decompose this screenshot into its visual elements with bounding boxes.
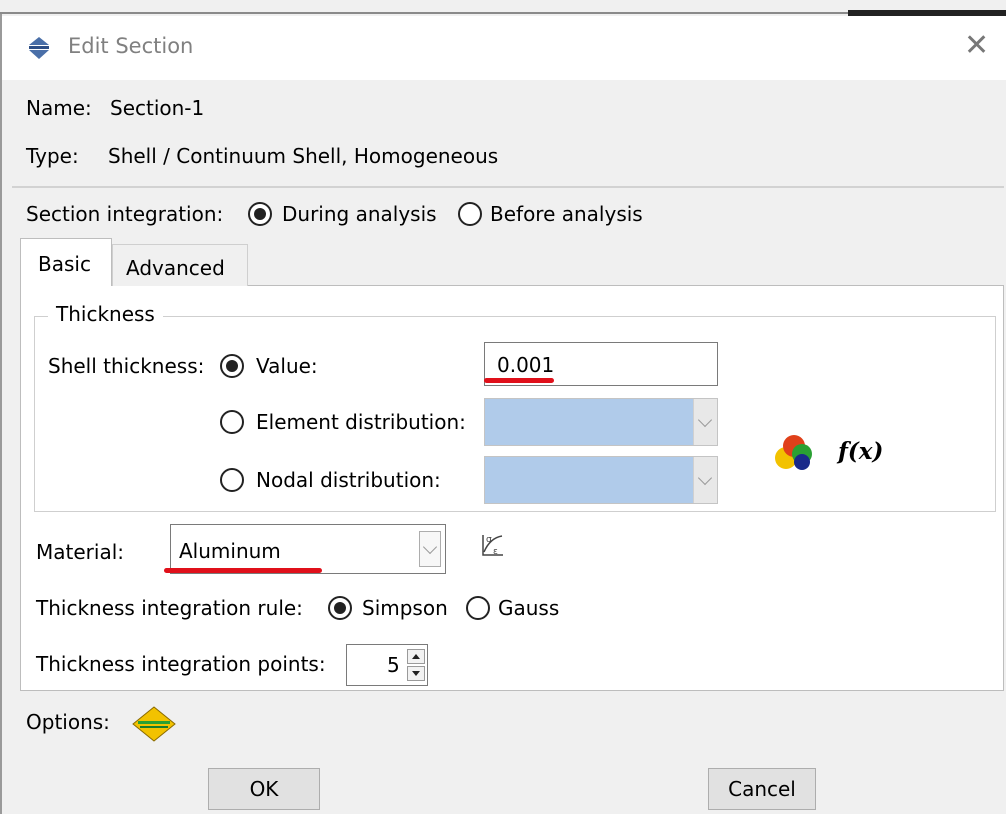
integration-rule-label: Thickness integration rule: [36,596,303,620]
section-integration-label: Section integration: [26,202,224,226]
spinner-buttons[interactable] [407,649,425,681]
ok-button[interactable]: OK [208,768,320,810]
section-options-icon[interactable] [132,706,176,742]
arrow-up-icon [412,654,420,659]
gauss-label[interactable]: Gauss [498,596,559,620]
close-icon[interactable]: ✕ [964,28,989,64]
before-analysis-label[interactable]: Before analysis [490,202,643,226]
window-edge [0,12,2,814]
value-option-label[interactable]: Value: [256,354,318,378]
element-distribution-combo[interactable] [484,398,718,446]
material-value: Aluminum [179,539,281,563]
svg-text:ε: ε [493,547,498,557]
shell-thickness-label: Shell thickness: [48,354,205,378]
material-combo[interactable]: Aluminum [170,524,446,574]
tab-basic-label[interactable]: Basic [38,252,91,276]
chevron-down-icon [697,470,713,486]
integration-points-label: Thickness integration points: [36,652,326,676]
chevron-down-icon [422,539,438,555]
window-top-edge [0,12,848,14]
nodal-distribution-radio[interactable] [220,468,244,492]
nodal-distribution-label[interactable]: Nodal distribution: [256,468,441,492]
analytical-field-icon[interactable] [772,432,816,472]
during-analysis-radio[interactable] [248,202,272,226]
before-analysis-radio[interactable] [458,202,482,226]
annotation-underline-thickness [484,378,554,383]
cancel-button[interactable]: Cancel [708,768,816,810]
thickness-value: 0.001 [497,353,555,377]
function-icon[interactable]: f(x) [838,438,883,465]
name-value: Section-1 [110,96,205,120]
value-radio[interactable] [220,354,244,378]
options-label: Options: [26,710,110,734]
material-dropdown-arrow[interactable] [419,531,441,567]
svg-text:σ: σ [486,535,492,545]
element-distribution-radio[interactable] [220,410,244,434]
integration-points-spinner[interactable]: 5 [346,644,428,686]
tab-advanced-label[interactable]: Advanced [126,256,225,280]
dialog-title: Edit Section [68,34,194,58]
section-icon [29,37,49,59]
element-distribution-label[interactable]: Element distribution: [256,410,466,434]
type-value: Shell / Continuum Shell, Homogeneous [108,144,499,168]
integration-points-value: 5 [387,653,400,677]
spin-down-button[interactable] [407,666,425,681]
type-label: Type: [26,144,79,168]
annotation-underline-material [164,568,322,573]
during-analysis-label[interactable]: During analysis [282,202,437,226]
nodal-distribution-combo[interactable] [484,456,718,504]
thickness-group-label: Thickness [48,302,163,326]
edit-section-dialog: Edit Section ✕ Name: Section-1 Type: She… [0,0,1006,814]
spin-up-button[interactable] [407,649,425,664]
separator [12,186,1004,188]
name-label: Name: [26,96,92,120]
create-material-icon[interactable]: ε σ [480,532,506,558]
nodal-distribution-arrow[interactable] [693,457,717,503]
material-label: Material: [36,540,124,564]
simpson-label[interactable]: Simpson [362,596,448,620]
chevron-down-icon [697,412,713,428]
arrow-down-icon [412,671,420,676]
simpson-radio[interactable] [328,596,352,620]
gauss-radio[interactable] [466,596,490,620]
element-distribution-arrow[interactable] [693,399,717,445]
